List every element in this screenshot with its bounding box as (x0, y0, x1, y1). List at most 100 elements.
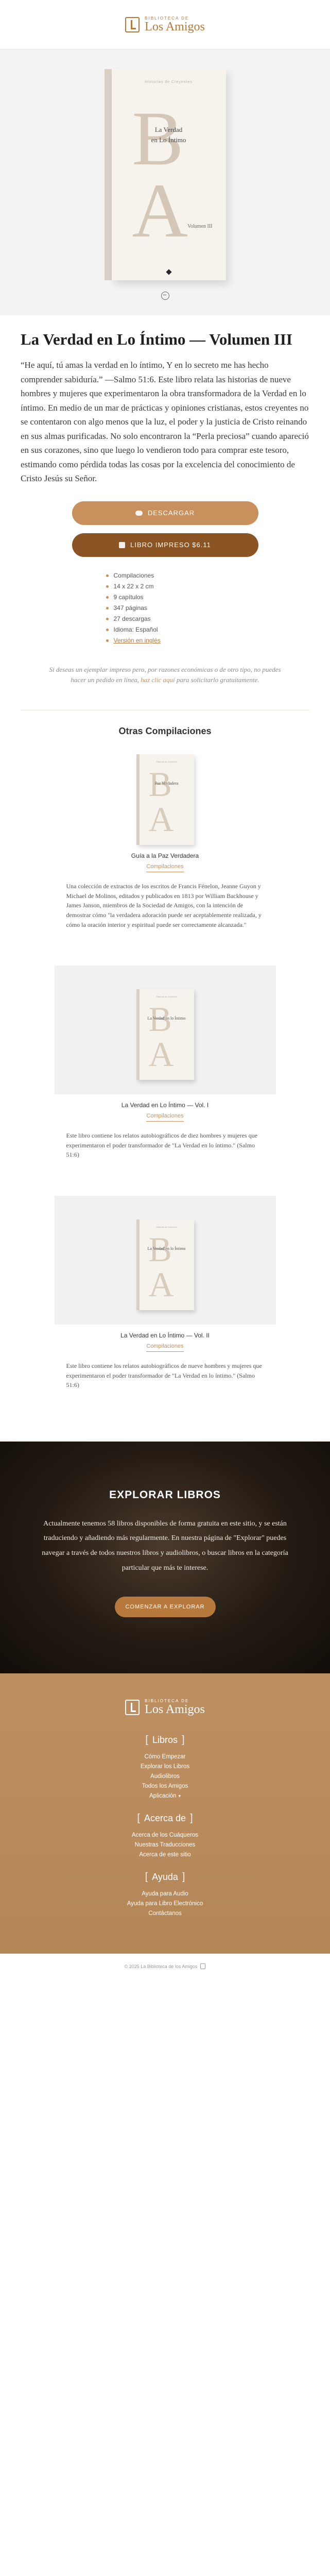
mini-series: Historias de Creyentes (156, 1226, 177, 1228)
site-header: BIBLIOTECA DE Los Amigos (0, 0, 330, 49)
footer-group-books: [Libros] Cómo Empezar Explorar los Libro… (141, 1734, 189, 1801)
mini-title: La Verdad en lo Íntimo (147, 1246, 186, 1251)
copyright-text: © 2025 La Biblioteca de los Amigos (124, 1963, 198, 1969)
spec-language: Idioma: Español (113, 626, 158, 634)
footer-link[interactable]: Contáctanos (148, 1909, 182, 1919)
compilation-name[interactable]: La Verdad en Lo Íntimo — Vol. I (121, 1101, 209, 1109)
book-info: La Verdad en Lo Íntimo — Volumen III “He… (0, 315, 330, 696)
compilation-card[interactable]: Historias de Creyentes B A Paz Verdadera… (55, 754, 276, 929)
mini-title: La Verdad en lo Íntimo (147, 1016, 186, 1021)
footer-heading-label: Libros (152, 1734, 178, 1745)
book-specs: Compilaciones 14 x 22 x 2 cm 9 capítulos… (106, 570, 224, 646)
bracket-icon: [ (145, 1871, 148, 1883)
copyright-bar: © 2025 La Biblioteca de los Amigos (0, 1953, 330, 1979)
bracket-icon: ] (182, 1871, 185, 1883)
compilation-description: Este libro contiene los relatos autobiog… (66, 1362, 262, 1389)
bullet-icon (106, 574, 109, 577)
footer-heading: [Acerca de] (137, 1812, 193, 1824)
other-compilations-title: Otras Compilaciones (118, 726, 212, 737)
spec-item: 9 capítulos (106, 592, 224, 603)
cover-title-line1: La Verdad (154, 126, 183, 133)
bullet-icon (106, 639, 109, 642)
logo-big-text: Los Amigos (145, 20, 205, 33)
book-cover: Historias de Creyentes B A La Verdad en … (111, 69, 226, 280)
explore-text: Actualmente tenemos 58 libros disponible… (42, 1519, 288, 1572)
site-logo[interactable]: BIBLIOTECA DE Los Amigos (125, 16, 205, 33)
book-cover-3d[interactable]: Historias de Creyentes B A La Verdad en … (104, 69, 226, 280)
compilation-description: Este libro contiene los relatos autobiog… (66, 1132, 258, 1159)
spec-chapters: 9 capítulos (113, 594, 144, 601)
mini-cover: Historias de Creyentes B A La Verdad en … (140, 989, 194, 1080)
chevron-down-icon: ▾ (178, 1793, 181, 1799)
mini-title: Paz Verdadera (154, 781, 179, 786)
cover-letter-a: A (132, 168, 188, 253)
footer-logo[interactable]: BIBLIOTECA DE Los Amigos (125, 1699, 205, 1716)
mini-cover: Historias de Creyentes B A La Verdad en … (140, 1219, 194, 1310)
logo-icon (125, 1699, 140, 1715)
download-button[interactable]: DESCARGAR (72, 501, 258, 525)
compilation-cover[interactable]: Historias de Creyentes B A Paz Verdadera (136, 754, 194, 845)
book-spine (104, 69, 112, 280)
compilation-cover[interactable]: Historias de Creyentes B A La Verdad en … (136, 1219, 194, 1310)
spec-item: Compilaciones (106, 570, 224, 581)
spec-size: 14 x 22 x 2 cm (113, 583, 154, 590)
logo-big-text: Los Amigos (145, 1702, 205, 1716)
cover-volume: Volumen III (187, 224, 213, 229)
footer-link[interactable]: Explorar los Libros (141, 1762, 189, 1772)
footer-link-label: Aplicación (149, 1793, 177, 1800)
bullet-icon (106, 585, 109, 588)
compilation-card[interactable]: Historias de Creyentes B A La Verdad en … (54, 1196, 276, 1390)
footer-link[interactable]: Ayuda para Audio (142, 1889, 188, 1899)
compilation-name[interactable]: Guía a la Paz Verdadera (131, 852, 199, 859)
compilation-cover-area: Historias de Creyentes B A La Verdad en … (54, 1196, 276, 1325)
spec-downloads: 27 descargas (113, 615, 151, 623)
footer-link[interactable]: Nuestras Traducciones (135, 1840, 196, 1850)
print-book-label: LIBRO IMPRESO $6.11 (130, 541, 211, 549)
bullet-icon (106, 596, 109, 599)
bullet-icon (106, 628, 109, 631)
mini-letter-a: A (148, 1265, 174, 1304)
rotate-icon[interactable] (161, 292, 169, 300)
footer-link[interactable]: Audiolibros (150, 1772, 180, 1782)
mini-letter-a: A (148, 1035, 174, 1074)
footer-link-app[interactable]: Aplicación ▾ (149, 1791, 181, 1801)
cover-diamond-icon (165, 269, 172, 275)
book-icon (119, 541, 126, 548)
footer-link[interactable]: Acerca de este sitio (139, 1850, 190, 1860)
compilation-cover-area: Historias de Creyentes B A La Verdad en … (54, 965, 276, 1095)
compilation-tag[interactable]: Compilaciones (146, 1113, 184, 1122)
mini-cover: Historias de Creyentes B A Paz Verdadera (140, 754, 194, 845)
compilation-tag[interactable]: Compilaciones (146, 1343, 184, 1352)
footer-link[interactable]: Acerca de los Cuáqueros (132, 1831, 198, 1840)
logo-mark-icon (200, 1963, 206, 1970)
cover-series: Historias de Creyentes (145, 80, 193, 84)
spec-item: 14 x 22 x 2 cm (106, 581, 224, 592)
print-book-button[interactable]: LIBRO IMPRESO $6.11 (72, 533, 258, 557)
mini-series: Historias de Creyentes (156, 995, 177, 998)
cover-title-line2: en Lo Íntimo (151, 136, 186, 144)
bracket-icon: ] (182, 1734, 185, 1745)
download-label: DESCARGAR (147, 509, 195, 517)
spec-pages: 347 páginas (113, 604, 147, 612)
compilation-name[interactable]: La Verdad en Lo Íntimo — Vol. II (120, 1332, 210, 1339)
footer-link[interactable]: Cómo Empezar (145, 1752, 186, 1762)
spec-item-english-link[interactable]: Versión en inglés (106, 635, 224, 646)
footer-link[interactable]: Todos los Amigos (142, 1782, 188, 1791)
book-title: La Verdad en Lo Íntimo — Volumen III (21, 330, 292, 348)
footer-group-about: [Acerca de] Acerca de los Cuáqueros Nues… (132, 1812, 198, 1860)
mini-letter-a: A (148, 800, 174, 839)
compilation-cover[interactable]: Historias de Creyentes B A La Verdad en … (136, 989, 194, 1080)
logo-icon (125, 16, 140, 32)
compilation-card[interactable]: Historias de Creyentes B A La Verdad en … (54, 965, 276, 1160)
bracket-icon: [ (137, 1812, 140, 1824)
compilation-tag[interactable]: Compilaciones (146, 863, 184, 873)
start-exploring-button[interactable]: COMENZAR A EXPLORAR (114, 1596, 216, 1617)
spec-item: 27 descargas (106, 614, 224, 624)
footer-link[interactable]: Ayuda para Libro Electrónico (127, 1899, 203, 1909)
footer-heading-label: Ayuda (152, 1871, 178, 1882)
footer-heading: [Libros] (145, 1734, 184, 1746)
explore-title: EXPLORAR LIBROS (109, 1488, 221, 1501)
spec-english-version[interactable]: Versión en inglés (114, 637, 161, 644)
note-request-link[interactable]: haz clic aquí (141, 676, 175, 684)
logo-text: BIBLIOTECA DE Los Amigos (145, 1699, 205, 1716)
